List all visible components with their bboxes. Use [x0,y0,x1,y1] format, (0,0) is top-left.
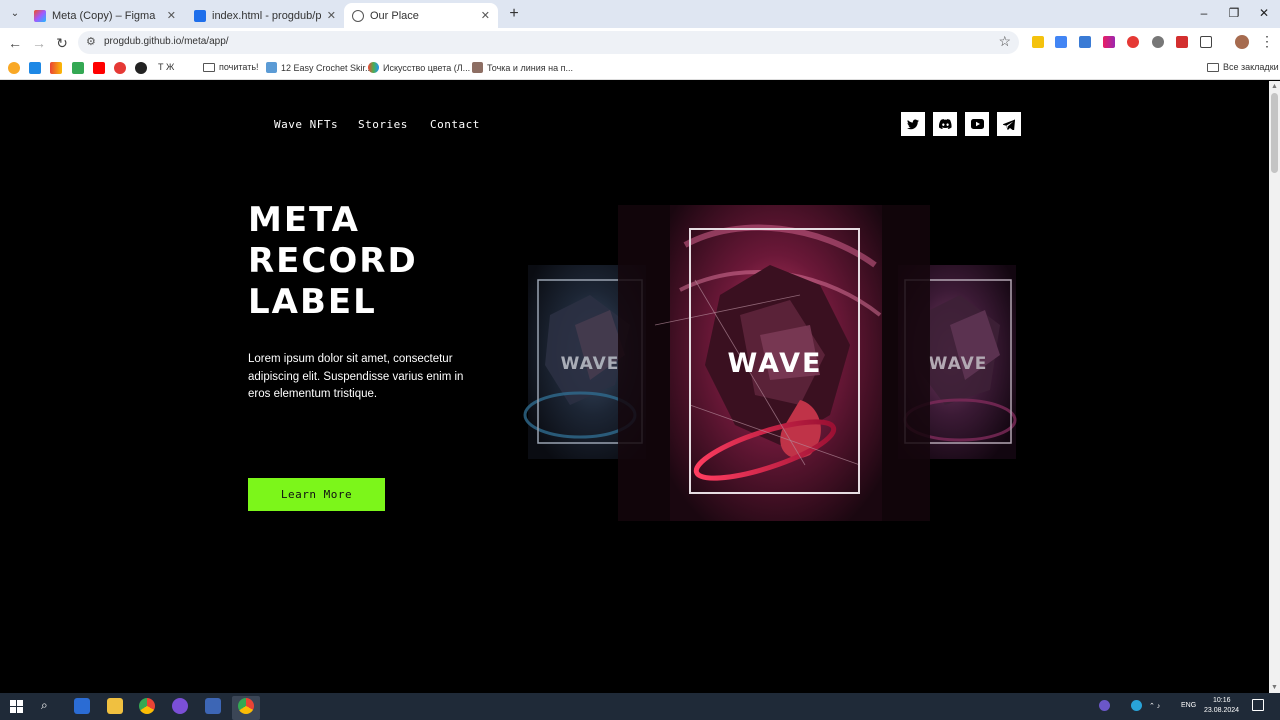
folder-icon [1207,62,1219,72]
tab-search-button[interactable]: ⌄ [6,5,24,23]
gmail-icon[interactable] [50,62,62,74]
youtube-bookmark-icon[interactable] [93,62,105,74]
bookmark-item[interactable]: Т Ж [158,62,174,72]
chrome-icon[interactable] [139,698,155,714]
bookmarks-bar: Т Ж почитать! 12 Easy Crochet Skir... Ис… [0,57,1280,80]
browser-toolbar: ← → ↻ ⚙ progdub.github.io/meta/app/ ☆ ⋮ [0,28,1280,57]
profile-avatar[interactable] [1235,35,1249,49]
nav-wave-nfts[interactable]: Wave NFTs [274,118,338,131]
youtube-icon[interactable] [965,112,989,136]
discord-icon[interactable] [933,112,957,136]
menu-icon[interactable]: ⋮ [1260,34,1274,48]
close-icon[interactable]: ✕ [167,9,176,22]
bookmark-folder[interactable]: почитать! [203,62,259,72]
translate-icon[interactable] [1055,36,1067,48]
bookmark-star-icon[interactable]: ☆ [998,33,1011,50]
extension-icon[interactable] [1152,36,1164,48]
all-bookmarks-folder[interactable]: Все закладки [1207,62,1279,72]
tray-app-icon[interactable] [1099,700,1110,711]
clock-date[interactable]: 23.08.2024 [1204,707,1239,714]
notifications-icon[interactable] [1252,699,1264,711]
reload-button[interactable]: ↻ [54,35,70,51]
bookmark-icon [368,62,379,73]
scroll-thumb[interactable] [1271,93,1278,173]
tab-github[interactable]: index.html - progdub/portfolio ✕ [186,3,344,28]
wave-label-left: WAVE [561,354,620,374]
folder-icon [203,62,215,72]
bookmark-item[interactable]: Точка и линия на п... [472,62,573,73]
page-scrollbar[interactable]: ▲ ▼ [1269,81,1280,693]
restore-button[interactable]: ❐ [1227,6,1241,20]
close-icon[interactable]: ✕ [481,9,490,22]
twitter-icon[interactable] [901,112,925,136]
extension-icon[interactable] [1032,36,1044,48]
nav-contact[interactable]: Contact [430,118,480,131]
extension-icon[interactable] [1103,36,1115,48]
bookmark-item[interactable]: Искусство цвета (Л... [368,62,470,73]
hero-title: META RECORD LABEL [248,200,418,322]
vscode-icon [194,9,206,22]
telegram-icon[interactable] [997,112,1021,136]
extension-icon[interactable] [1079,36,1091,48]
windows-start-icon[interactable] [10,700,23,713]
learn-more-button[interactable]: Learn More [248,478,385,511]
extension-icon[interactable] [1127,36,1139,48]
bookmark-icon[interactable] [72,62,84,74]
chrome-icon[interactable] [238,698,254,714]
scroll-down-arrow-icon[interactable]: ▼ [1271,684,1278,691]
back-button[interactable]: ← [7,35,23,51]
bookmark-icon[interactable] [29,62,41,74]
close-icon[interactable]: ✕ [327,9,336,22]
tray-app-icon[interactable] [1131,700,1142,711]
github-icon[interactable] [135,62,147,74]
bookmark-icon [472,62,483,73]
save-app-icon[interactable] [74,698,90,714]
vpn-app-icon[interactable] [205,698,221,714]
wave-nft-artwork: WAVE WAVE WAVE [523,205,1017,521]
figma-icon [34,9,46,22]
viber-icon[interactable] [172,698,188,714]
scroll-up-arrow-icon[interactable]: ▲ [1271,83,1278,90]
windows-taskbar: ⌕ ⌃ ♪ ENG 10:16 23.08.2024 [0,693,1280,720]
tab-bar: ⌄ Meta (Copy) – Figma ✕ index.html - pro… [0,0,1280,28]
hero-description: Lorem ipsum dolor sit amet, consectetur … [248,353,464,400]
address-bar[interactable]: ⚙ progdub.github.io/meta/app/ ☆ [78,31,1019,54]
wave-label-center: WAVE [728,348,823,379]
search-icon[interactable]: ⌕ [41,698,57,714]
bookmark-icon[interactable] [8,62,20,74]
new-tab-button[interactable]: + [505,5,523,23]
bookmark-icon[interactable] [114,62,126,74]
nav-stories[interactable]: Stories [358,118,408,131]
clock-time[interactable]: 10:16 [1213,697,1231,704]
forward-button[interactable]: → [31,35,47,51]
extension-icon[interactable] [1176,36,1188,48]
web-page: Wave NFTs Stories Contact META RECORD LA… [0,81,1269,693]
globe-icon [352,9,364,22]
file-explorer-icon[interactable] [107,698,123,714]
tray-icons[interactable]: ⌃ ♪ [1149,702,1160,710]
bookmark-item[interactable]: 12 Easy Crochet Skir... [266,62,373,73]
tab-figma[interactable]: Meta (Copy) – Figma ✕ [26,3,184,28]
language-indicator[interactable]: ENG [1181,702,1196,709]
wave-label-right: WAVE [929,354,988,374]
minimize-button[interactable]: – [1197,6,1211,20]
window-close-button[interactable]: ✕ [1257,6,1271,20]
extensions-puzzle-icon[interactable] [1200,36,1212,48]
bookmark-icon [266,62,277,73]
tab-our-place[interactable]: Our Place ✕ [344,3,498,28]
site-info-icon[interactable]: ⚙ [86,35,96,48]
center-card: WAVE [618,205,930,521]
